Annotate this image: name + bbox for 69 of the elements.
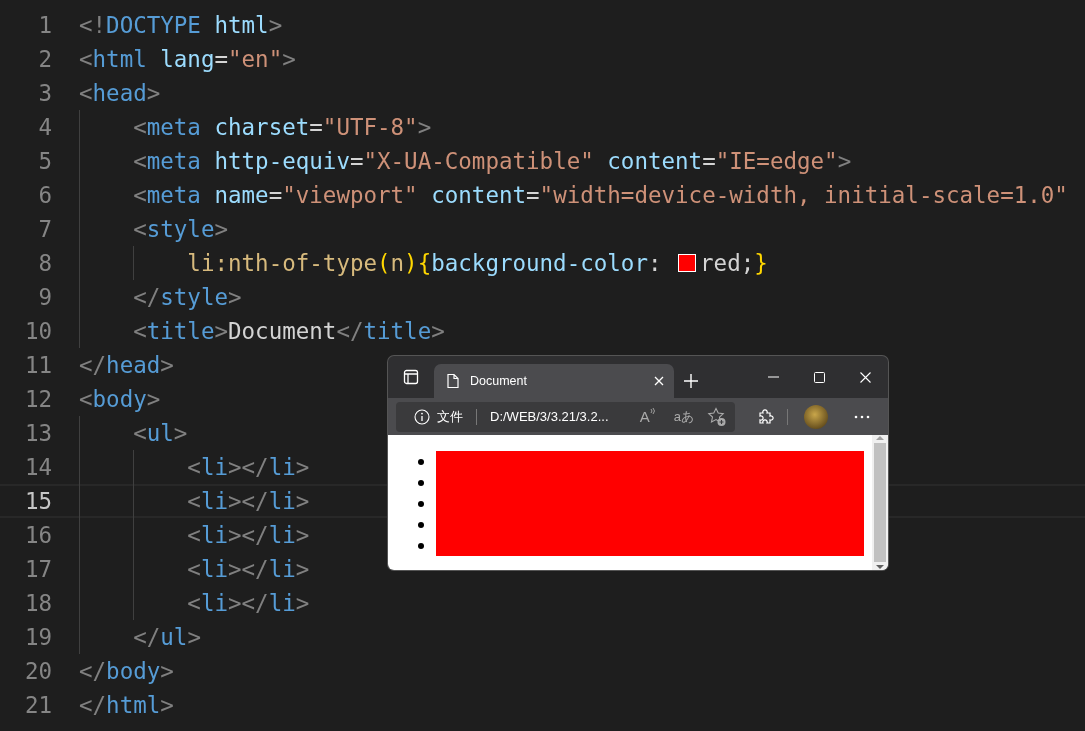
- bullet-icon: [418, 459, 424, 465]
- close-icon[interactable]: [654, 376, 664, 386]
- address-bar[interactable]: 文件 D:/WEB/3/3.21/3.2... A aあ: [396, 401, 735, 432]
- bullet-icon: [418, 522, 424, 528]
- minimize-icon[interactable]: [767, 376, 779, 378]
- code-line: <li></li>: [186, 488, 310, 514]
- line-number: 15: [23, 488, 52, 514]
- code-line: li:nth-of-type(n){background-color: red;}: [186, 250, 768, 276]
- line-number: 9: [37, 284, 52, 310]
- page-icon: [446, 373, 460, 389]
- code-line: </ul>: [132, 624, 201, 650]
- code-line: </style>: [132, 284, 242, 310]
- star-plus-icon[interactable]: [707, 406, 727, 427]
- code-line: <meta http-equiv="X-UA-Compatible" content="IE=edge">: [132, 148, 852, 174]
- code-line: <html lang="en">: [79, 46, 296, 72]
- maximize-icon[interactable]: [813, 371, 825, 383]
- code-line: <style>: [132, 216, 228, 242]
- line-number: 14: [23, 454, 52, 480]
- code-line: <title>Document</title>: [132, 318, 445, 344]
- puzzle-icon[interactable]: [757, 407, 775, 426]
- url-text: D:/WEB/3/3.21/3.2...: [490, 409, 610, 424]
- color-swatch-icon[interactable]: [678, 254, 697, 272]
- read-aloud-button[interactable]: A: [639, 408, 655, 425]
- code-line: </body>: [79, 658, 174, 684]
- sound-wave-icon: [649, 408, 655, 416]
- info-icon[interactable]: [414, 408, 430, 425]
- line-number: 8: [37, 250, 52, 276]
- line-number: 19: [23, 624, 52, 650]
- line-number: 1: [37, 12, 52, 38]
- code-line: <meta charset="UTF-8">: [132, 114, 432, 140]
- line-number: 11: [23, 352, 52, 378]
- code-line: <ul>: [132, 420, 188, 446]
- site-label: 文件: [437, 407, 463, 426]
- code-line: </head>: [79, 352, 174, 378]
- more-icon[interactable]: [854, 414, 870, 419]
- code-line: <li></li>: [186, 590, 310, 616]
- bullet-icon: [418, 501, 424, 507]
- code-line: <!DOCTYPE html>: [79, 12, 283, 38]
- line-number: 10: [23, 318, 52, 344]
- line-number: 18: [23, 590, 52, 616]
- line-number: 2: [37, 46, 52, 72]
- code-line: <meta name="viewport" content="width=device-width, initial-scale=1.0": [132, 182, 1068, 208]
- code-line: <li></li>: [186, 454, 310, 480]
- line-number: 3: [37, 80, 52, 106]
- line-number: 21: [23, 692, 52, 718]
- line-number: 6: [37, 182, 52, 208]
- line-number: 5: [37, 148, 52, 174]
- scrollbar[interactable]: [872, 435, 888, 570]
- line-number: 17: [23, 556, 52, 582]
- code-line: <li></li>: [186, 556, 310, 582]
- bullet-icon: [418, 480, 424, 486]
- line-number: 16: [23, 522, 52, 548]
- code-line: </html>: [79, 692, 174, 718]
- code-line: <li></li>: [186, 522, 310, 548]
- code-line: <body>: [79, 386, 161, 412]
- close-icon[interactable]: [859, 371, 871, 383]
- bullet-icon: [418, 543, 424, 549]
- browser-tab[interactable]: Document: [434, 364, 674, 398]
- sidebar-icon[interactable]: [403, 369, 419, 385]
- translate-button[interactable]: aあ: [673, 407, 694, 426]
- down-arrow-icon[interactable]: [876, 564, 884, 570]
- avatar[interactable]: [804, 404, 828, 429]
- line-number: 4: [37, 114, 52, 140]
- line-number: 13: [23, 420, 52, 446]
- plus-icon[interactable]: [684, 374, 698, 388]
- line-number: 12: [23, 386, 52, 412]
- line-number: 20: [23, 658, 52, 684]
- code-line: <head>: [79, 80, 161, 106]
- line-number: 7: [37, 216, 52, 242]
